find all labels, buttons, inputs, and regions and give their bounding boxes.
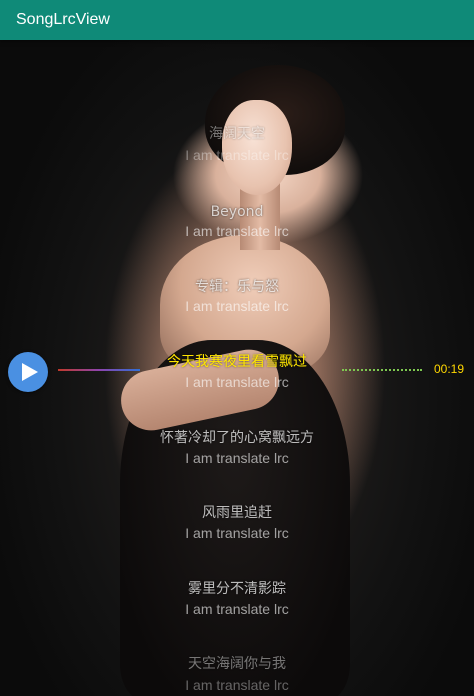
timeline-indicator-left <box>58 369 140 371</box>
play-icon <box>22 363 38 381</box>
lyric-translation: I am translate lrc <box>185 374 289 390</box>
lyric-line: 海阔天空 <box>209 126 265 142</box>
lyrics-list: 海阔天空 I am translate lrc Beyond I am tran… <box>0 40 474 696</box>
lyric-translation: I am translate lrc <box>185 223 289 239</box>
app-title: SongLrcView <box>16 11 110 28</box>
lyric-line: Beyond <box>210 204 264 220</box>
lyric-line: 怀著冷却了的心窝飘远方 <box>160 430 314 446</box>
lyric-translation: I am translate lrc <box>185 677 289 693</box>
lyrics-view[interactable]: 海阔天空 I am translate lrc Beyond I am tran… <box>0 40 474 696</box>
lyric-line: 风雨里追赶 <box>202 505 272 521</box>
current-time-label: 00:19 <box>434 362 465 376</box>
lyric-translation: I am translate lrc <box>185 147 289 163</box>
app-bar: SongLrcView <box>0 0 474 40</box>
lyric-line: 专辑：乐与怒 <box>195 279 279 295</box>
timeline-indicator-right <box>342 369 422 371</box>
lyric-translation: I am translate lrc <box>185 601 289 617</box>
play-button[interactable] <box>8 352 48 392</box>
lyric-translation: I am translate lrc <box>185 525 289 541</box>
lyric-translation: I am translate lrc <box>185 298 289 314</box>
lyric-line: 雾里分不清影踪 <box>188 581 286 597</box>
lyric-translation: I am translate lrc <box>185 450 289 466</box>
lyric-line: 天空海阔你与我 <box>188 656 286 672</box>
